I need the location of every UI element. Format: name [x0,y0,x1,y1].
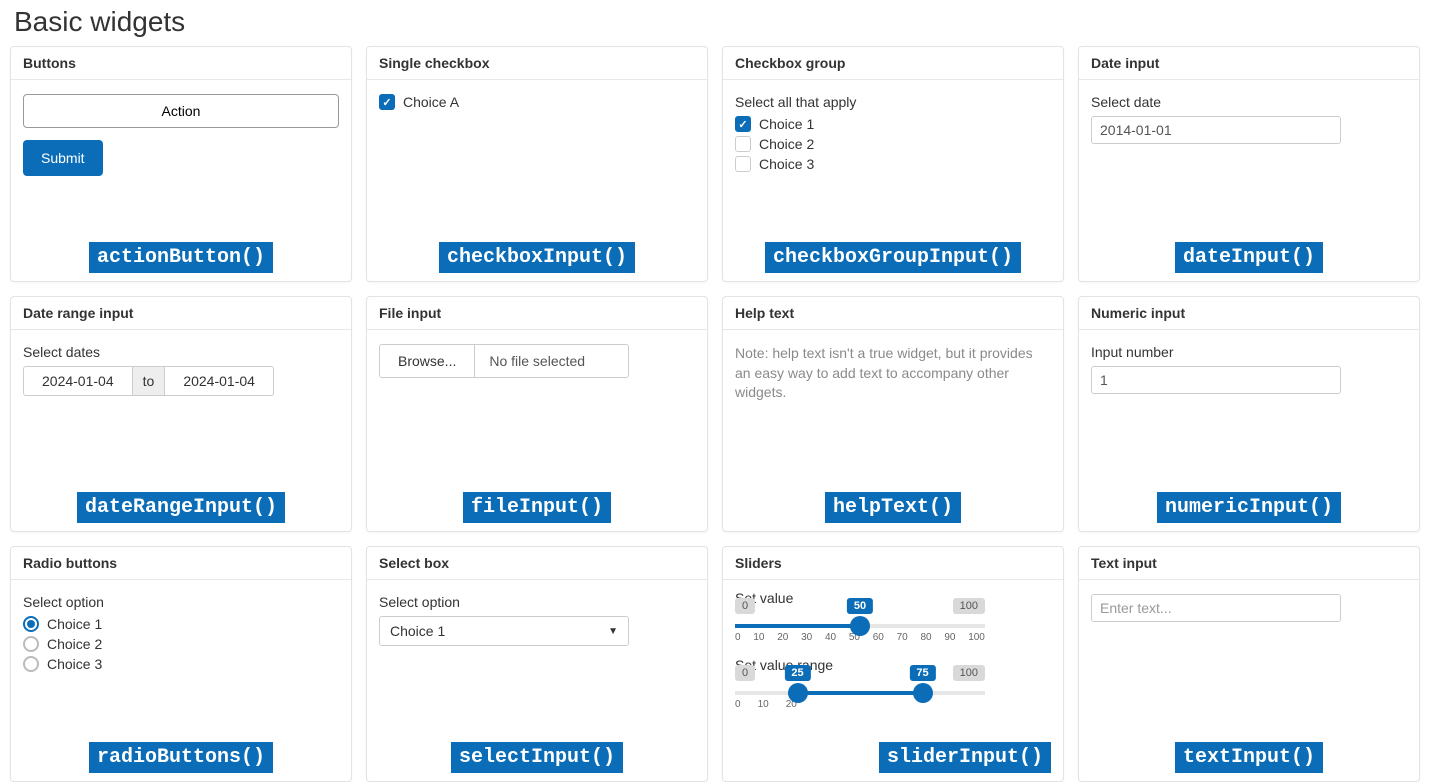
radio-option-label: Choice 2 [47,636,102,652]
numeric-field[interactable] [1091,366,1341,394]
slider-min: 0 [735,665,755,681]
date-to-field[interactable]: 2024-01-04 [165,367,273,395]
slider-range[interactable]: 0 25 75 100 01020 [735,691,985,710]
date-label: Select date [1091,94,1407,110]
date-from-field[interactable]: 2024-01-04 [24,367,132,395]
text-field[interactable] [1091,594,1341,622]
radio-row[interactable]: Choice 3 [23,656,339,672]
card-file-input: File input Browse... No file selected fi… [366,296,708,532]
slider-lo-badge: 25 [784,665,810,681]
slider-max: 100 [953,665,985,681]
checkbox-icon: ✓ [379,94,395,110]
card-checkbox-group: Checkbox group Select all that apply ✓ C… [722,46,1064,282]
card-header: Select box [367,547,707,580]
slider-value-badge: 50 [847,598,873,614]
card-header: Buttons [11,47,351,80]
card-date-input: Date input Select date dateInput() [1078,46,1420,282]
card-header: Numeric input [1079,297,1419,330]
card-header: Sliders [723,547,1063,580]
submit-button[interactable]: Submit [23,140,103,176]
card-select-box: Select box Select option Choice 1 ▼ sele… [366,546,708,782]
checkbox-label: Choice A [403,94,459,110]
slider-handle-hi[interactable] [913,683,933,703]
card-single-checkbox: Single checkbox ✓ Choice A checkboxInput… [366,46,708,282]
radio-option-label: Choice 3 [47,656,102,672]
fn-badge: textInput() [1175,742,1323,773]
card-header: Help text [723,297,1063,330]
radio-icon [23,636,39,652]
card-header: Text input [1079,547,1419,580]
card-text-input: Text input textInput() [1078,546,1420,782]
checkbox-row[interactable]: ✓ Choice A [379,94,695,110]
numeric-label: Input number [1091,344,1407,360]
fn-badge: selectInput() [451,742,623,773]
checkbox-row[interactable]: ✓ Choice 1 [735,116,1051,132]
page-title: Basic widgets [14,6,1420,38]
fn-badge: dateRangeInput() [77,492,285,523]
date-range-input: 2024-01-04 to 2024-01-04 [23,366,274,396]
fn-badge: dateInput() [1175,242,1323,273]
card-radio-buttons: Radio buttons Select option Choice 1 Cho… [10,546,352,782]
checkbox-row[interactable]: Choice 2 [735,136,1051,152]
radio-icon [23,616,39,632]
date-field[interactable] [1091,116,1341,144]
action-button[interactable]: Action [23,94,339,128]
card-buttons: Buttons Action Submit actionButton() [10,46,352,282]
select-value: Choice 1 [390,623,445,639]
file-input: Browse... No file selected [379,344,629,378]
checkbox-icon: ✓ [735,116,751,132]
fn-badge: radioButtons() [89,742,273,773]
date-range-label: Select dates [23,344,339,360]
card-header: Checkbox group [723,47,1063,80]
card-sliders: Sliders Set value 0 50 100 0102030405060… [722,546,1064,782]
slider-min: 0 [735,598,755,614]
slider-single[interactable]: 0 50 100 0102030405060708090100 [735,624,985,643]
checkbox-icon [735,156,751,172]
radio-option-label: Choice 1 [47,616,102,632]
checkbox-row[interactable]: Choice 3 [735,156,1051,172]
checkbox-label: Choice 2 [759,136,814,152]
slider-ticks: 01020 [735,699,985,710]
select-label: Select option [379,594,695,610]
group-label: Select all that apply [735,94,1051,110]
slider-max: 100 [953,598,985,614]
card-date-range: Date range input Select dates 2024-01-04… [10,296,352,532]
slider-handle[interactable] [850,616,870,636]
date-range-sep: to [132,367,166,395]
card-numeric-input: Numeric input Input number numericInput(… [1078,296,1420,532]
browse-button[interactable]: Browse... [380,345,475,377]
slider-handle-lo[interactable] [788,683,808,703]
file-status: No file selected [475,345,628,377]
card-header: Date range input [11,297,351,330]
slider-range-label: Set value range [735,657,1051,673]
radio-label: Select option [23,594,339,610]
fn-badge: helpText() [825,492,961,523]
checkbox-icon [735,136,751,152]
radio-icon [23,656,39,672]
checkbox-label: Choice 3 [759,156,814,172]
slider-label: Set value [735,590,1051,606]
card-header: Single checkbox [367,47,707,80]
select-input[interactable]: Choice 1 ▼ [379,616,629,646]
card-header: Radio buttons [11,547,351,580]
widget-grid: Buttons Action Submit actionButton() Sin… [10,46,1420,782]
card-help-text: Help text Note: help text isn't a true w… [722,296,1064,532]
fn-badge: actionButton() [89,242,273,273]
slider-hi-badge: 75 [909,665,935,681]
help-text-block: Note: help text isn't a true widget, but… [735,344,1051,403]
fn-badge: sliderInput() [879,742,1051,773]
fn-badge: checkboxGroupInput() [765,242,1021,273]
fn-badge: numericInput() [1157,492,1341,523]
fn-badge: checkboxInput() [439,242,635,273]
radio-row[interactable]: Choice 1 [23,616,339,632]
card-header: File input [367,297,707,330]
caret-down-icon: ▼ [608,626,618,637]
fn-badge: fileInput() [463,492,611,523]
checkbox-label: Choice 1 [759,116,814,132]
radio-row[interactable]: Choice 2 [23,636,339,652]
card-header: Date input [1079,47,1419,80]
